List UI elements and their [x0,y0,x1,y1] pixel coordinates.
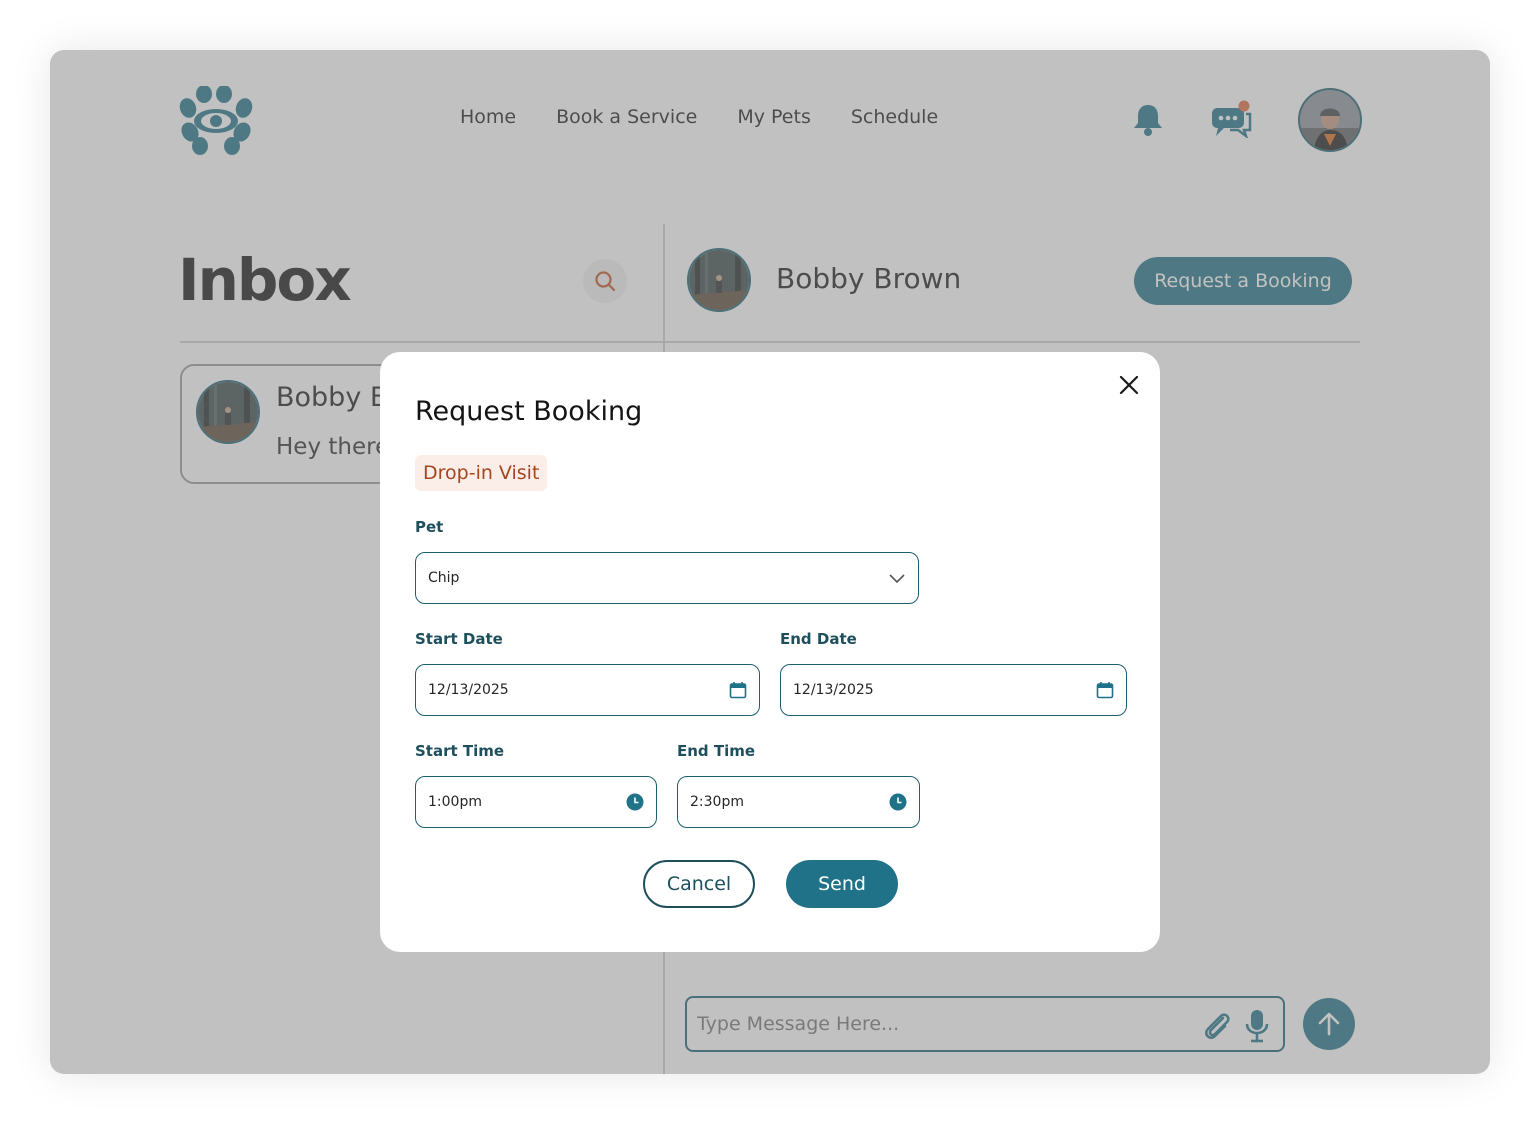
end-time-label: End Time [677,742,756,760]
pet-label: Pet [415,518,444,536]
pet-select-value: Chip [428,570,460,586]
start-date-value: 12/13/2025 [428,682,509,698]
clock-icon[interactable] [889,793,907,811]
end-time-value: 2:30pm [690,794,744,810]
clock-icon[interactable] [626,793,644,811]
chevron-down-icon [889,574,905,584]
service-tag: Drop-in Visit [415,455,548,491]
app-window: Home Book a Service My Pets Schedule Inb… [50,50,1490,1074]
close-icon [1119,375,1139,395]
calendar-icon[interactable] [1096,681,1114,699]
start-date-field[interactable]: 12/13/2025 [415,664,760,716]
start-time-value: 1:00pm [428,794,482,810]
calendar-icon[interactable] [729,681,747,699]
send-button[interactable]: Send [786,860,898,908]
cancel-button[interactable]: Cancel [643,860,755,908]
end-date-value: 12/13/2025 [793,682,874,698]
end-time-field[interactable]: 2:30pm [677,776,920,828]
dialog-title: Request Booking [415,396,643,427]
close-button[interactable] [1114,370,1144,400]
start-time-label: Start Time [415,742,505,760]
end-date-label: End Date [780,630,857,648]
request-booking-dialog: Request Booking Drop-in Visit Pet Chip S… [380,352,1160,952]
end-date-field[interactable]: 12/13/2025 [780,664,1127,716]
start-time-field[interactable]: 1:00pm [415,776,657,828]
start-date-label: Start Date [415,630,503,648]
pet-select[interactable]: Chip [415,552,919,604]
